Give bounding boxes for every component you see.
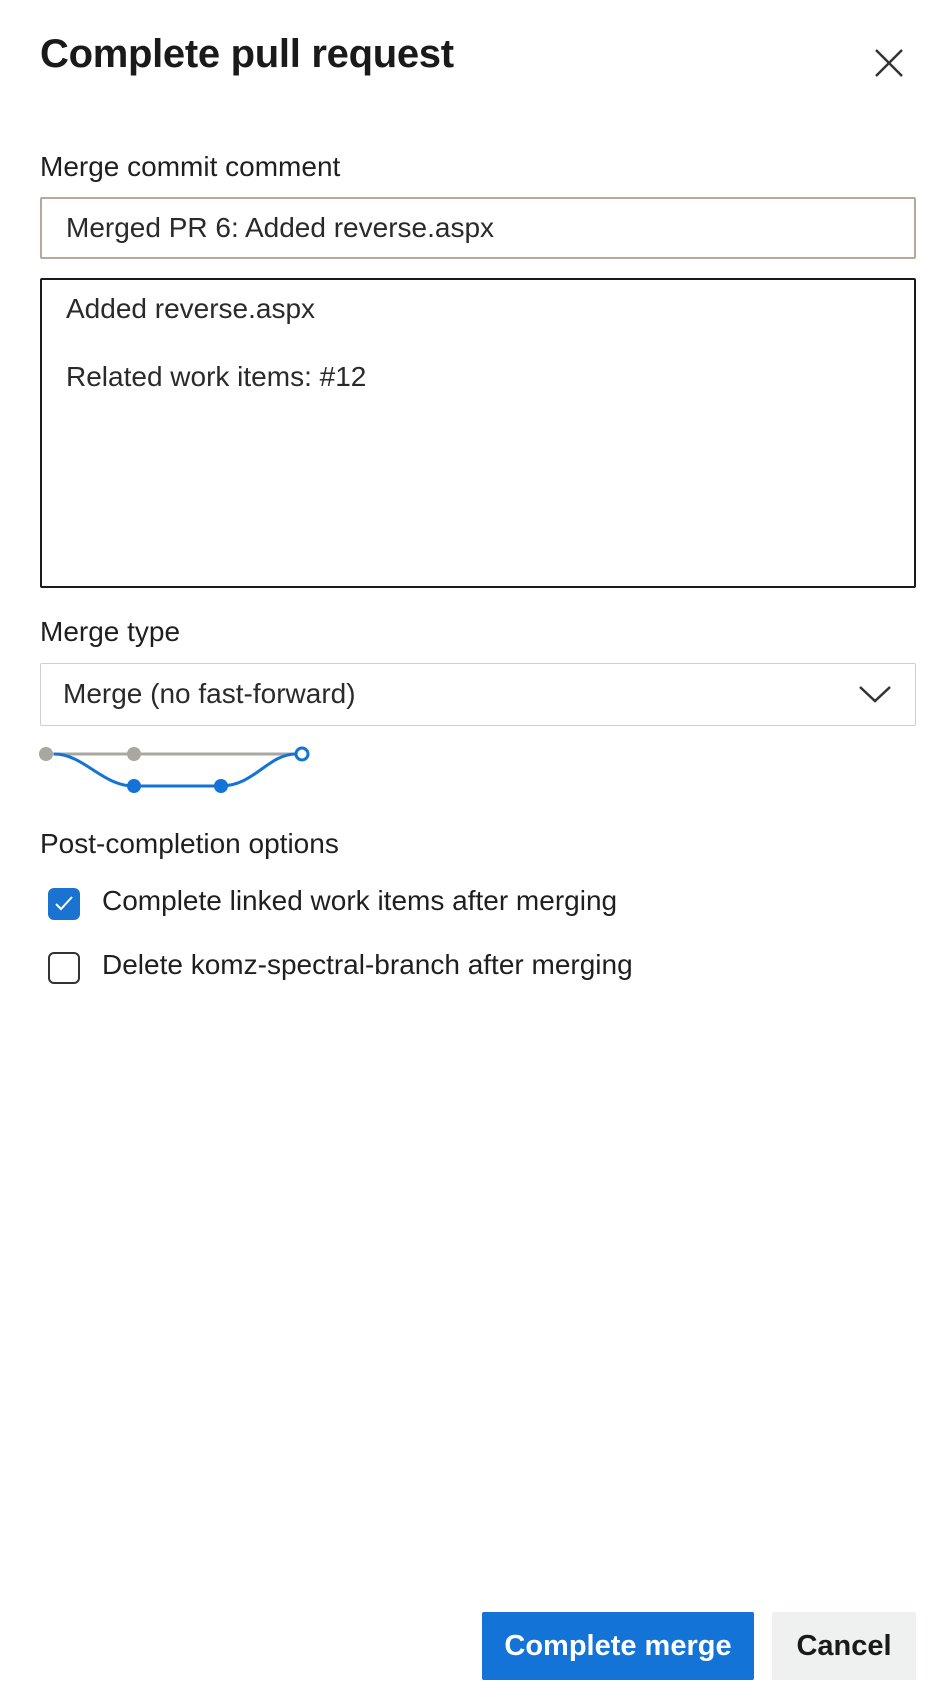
merge-commit-description-textarea[interactable]: Added reverse.aspx Related work items: #… bbox=[40, 278, 916, 588]
delete-branch-label: Delete komz-spectral-branch after mergin… bbox=[102, 949, 633, 980]
dialog-title: Complete pull request bbox=[40, 32, 454, 76]
complete-work-items-checkbox[interactable] bbox=[48, 888, 80, 920]
merge-type-selected-value: Merge (no fast-forward) bbox=[63, 678, 356, 709]
merge-commit-comment-label: Merge commit comment bbox=[40, 151, 341, 182]
cancel-button[interactable]: Cancel bbox=[772, 1612, 916, 1680]
merge-type-label: Merge type bbox=[40, 616, 181, 647]
description-line: Added reverse.aspx bbox=[66, 293, 316, 324]
post-completion-options-label: Post-completion options bbox=[40, 828, 339, 859]
complete-merge-button[interactable]: Complete merge bbox=[482, 1612, 754, 1680]
delete-branch-checkbox[interactable] bbox=[48, 952, 80, 984]
merge-graph-icon bbox=[36, 745, 316, 802]
close-icon bbox=[866, 40, 912, 86]
merge-type-dropdown[interactable]: Merge (no fast-forward) bbox=[40, 663, 916, 726]
checkmark-icon bbox=[55, 896, 73, 911]
merge-commit-title-input[interactable] bbox=[40, 197, 916, 259]
close-button[interactable] bbox=[866, 40, 912, 86]
description-line: Related work items: #12 bbox=[66, 361, 367, 392]
complete-work-items-label: Complete linked work items after merging bbox=[102, 885, 618, 916]
chevron-down-icon bbox=[857, 682, 893, 711]
complete-pull-request-dialog: Complete pull request Merge commit comme… bbox=[0, 0, 948, 1702]
